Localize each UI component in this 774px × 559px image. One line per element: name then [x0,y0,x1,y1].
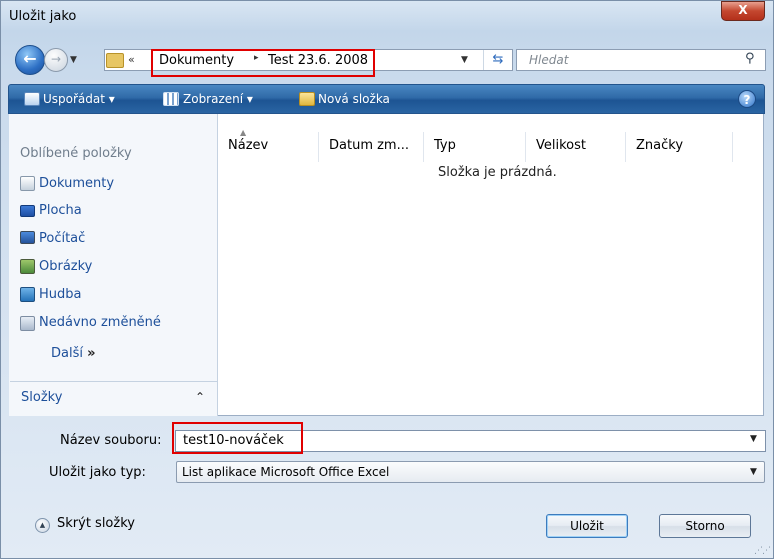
address-dropdown-icon[interactable]: ▼ [461,55,468,65]
column-header-tags[interactable]: Značky [636,138,683,153]
address-overflow-chevron[interactable]: « [128,53,135,66]
filetype-value[interactable]: List aplikace Microsoft Office Excel [182,465,389,479]
pictures-icon [20,259,35,274]
empty-folder-message: Složka je prázdná. [438,165,557,180]
resize-grip-icon[interactable]: ⋰⋰ [754,546,771,556]
dialog-title: Uložit jako [9,9,77,24]
recent-pages-dropdown-icon[interactable]: ▼ [70,55,77,65]
search-icon[interactable]: ⚲ [745,51,755,66]
hide-folders-icon[interactable]: ▲ [35,518,50,533]
sidebar-item-computer[interactable]: Počítač [39,231,85,246]
more-favorites-link[interactable]: Další » [51,346,96,361]
save-button[interactable]: Uložit [546,514,628,538]
documents-icon [20,176,35,191]
sidebar-item-pictures[interactable]: Obrázky [39,259,92,274]
sidebar-item-music[interactable]: Hudba [39,287,82,302]
address-highlight-box [151,49,375,77]
new-folder-icon [299,92,315,106]
filetype-label: Uložit jako typ: [49,465,146,480]
filename-highlight-box [172,422,303,454]
column-header-date-modified[interactable]: Datum zm... [329,138,409,153]
sidebar-item-recent[interactable]: Nedávno změněné [39,315,161,330]
column-header-name[interactable]: Název [228,138,268,153]
views-icon [163,92,179,106]
back-button[interactable]: ← [15,45,45,75]
sort-indicator-icon: ▲ [240,128,247,137]
folders-label[interactable]: Složky [21,390,62,405]
column-divider[interactable] [318,132,319,162]
organize-button[interactable]: Uspořádat ▾ [43,92,115,106]
filetype-dropdown-icon[interactable]: ▼ [750,467,757,477]
filename-label: Název souboru: [60,433,162,448]
column-divider[interactable] [525,132,526,162]
column-divider[interactable] [732,132,733,162]
column-divider[interactable] [423,132,424,162]
favorites-header: Oblíbené položky [20,146,132,161]
column-divider[interactable] [625,132,626,162]
music-icon [20,287,35,302]
hide-folders-button[interactable]: Skrýt složky [57,516,135,531]
recent-places-icon [20,316,35,331]
desktop-icon [20,205,35,217]
help-button[interactable]: ? [738,90,756,108]
forward-button[interactable]: → [44,48,68,72]
computer-icon [20,231,35,244]
filename-dropdown-icon[interactable]: ▼ [750,434,757,444]
folder-icon [106,53,124,68]
organize-icon [24,92,40,106]
chevron-up-icon[interactable]: ⌃ [195,390,205,404]
cancel-button[interactable]: Storno [659,514,751,538]
sidebar-item-documents[interactable]: Dokumenty [39,176,114,191]
column-header-type[interactable]: Typ [434,138,456,153]
column-header-size[interactable]: Velikost [536,138,586,153]
views-button[interactable]: Zobrazení ▾ [183,92,253,106]
search-placeholder: Hledat [529,53,569,67]
close-button[interactable]: X [721,1,765,21]
title-bar: Uložit jako X [1,1,773,31]
sidebar-item-desktop[interactable]: Plocha [39,203,82,218]
new-folder-button[interactable]: Nová složka [318,92,390,106]
refresh-icon[interactable]: ⇆ [483,50,512,70]
